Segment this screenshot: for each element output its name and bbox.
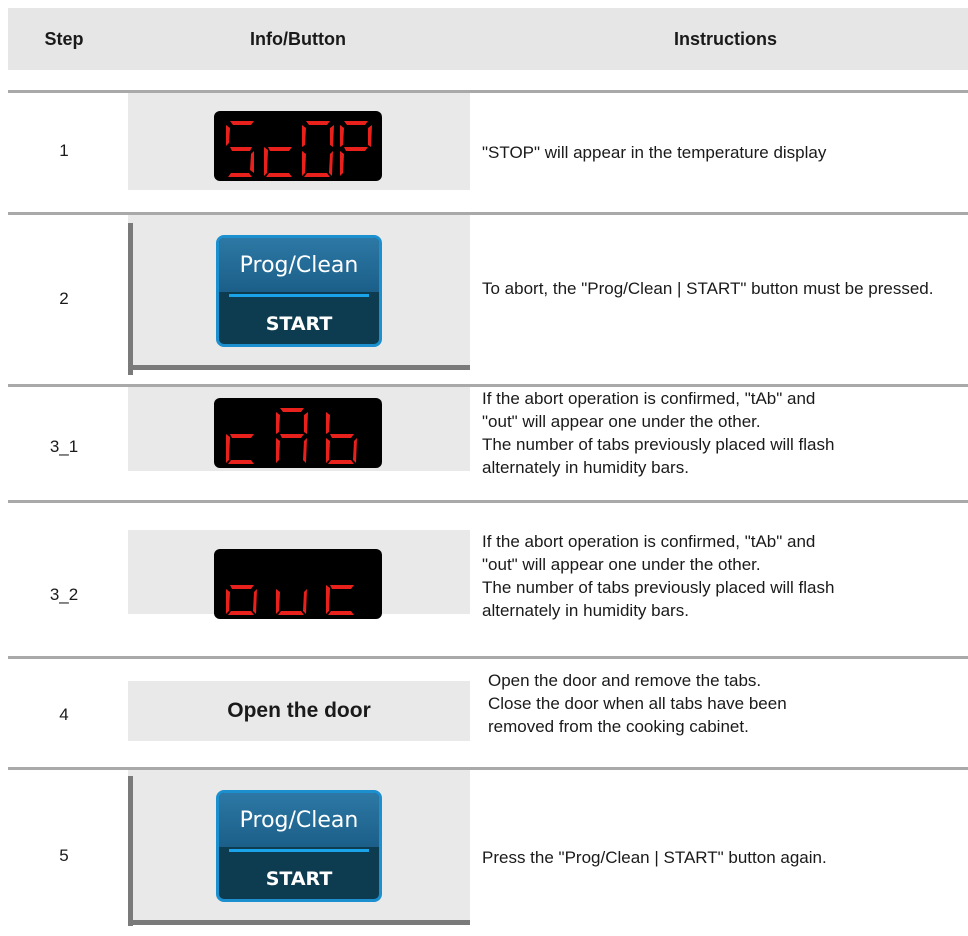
header-info-button: Info/Button (250, 29, 346, 49)
instruction-line: The number of tabs previously placed wil… (482, 435, 835, 454)
open-door-label: Open the door (128, 681, 470, 741)
table-header: Step Info/Button Instructions (8, 8, 968, 70)
header-instructions: Instructions (673, 29, 777, 49)
button-separator (229, 849, 369, 852)
cell-shadow (128, 365, 470, 370)
lcd-display-stop (214, 111, 382, 181)
cell-shadow (128, 776, 133, 926)
button-bottom-label: START (265, 313, 333, 335)
table-row: 1 "STOP" will appear in the temperature … (8, 93, 968, 210)
table-row: 3_1 If the abort operation is confirmed,… (8, 387, 968, 477)
instruction-text: "STOP" will appear in the temperature di… (482, 143, 827, 162)
instruction-text: Open the door and remove the tabs. Close… (488, 669, 968, 738)
instruction-line: removed from the cooking cabinet. (488, 717, 749, 736)
instruction-text: To abort, the "Prog/Clean | START" butto… (482, 279, 934, 298)
table-row: 5 Prog/Clean START Press the "Prog/Clean… (8, 770, 968, 936)
instruction-line: alternately in humidity bars. (482, 601, 689, 620)
instruction-text: If the abort operation is confirmed, "tA… (482, 530, 968, 622)
table-row: 3_2 If the abort operation is confirmed,… (8, 503, 968, 637)
instruction-line: If the abort operation is confirmed, "tA… (482, 389, 816, 408)
cell-shadow (128, 920, 470, 925)
instruction-text: Press the "Prog/Clean | START" button ag… (482, 848, 827, 867)
step-number: 2 (59, 289, 69, 308)
header-step: Step (44, 29, 84, 49)
step-number: 3_1 (49, 437, 79, 456)
step-number: 5 (59, 846, 69, 865)
prog-clean-start-button[interactable]: Prog/Clean START (216, 790, 382, 902)
cell-shadow (128, 223, 133, 375)
prog-clean-start-button[interactable]: Prog/Clean START (216, 235, 382, 347)
table-row: 2 Prog/Clean START To abort, the "Prog/C… (8, 215, 968, 385)
lcd-display-tab (214, 398, 382, 468)
instruction-line: "out" will appear one under the other. (482, 555, 761, 574)
button-top-label: Prog/Clean (219, 793, 379, 847)
button-top-label: Prog/Clean (219, 238, 379, 292)
table-row: 4 Open the door Open the door and remove… (8, 659, 968, 767)
instruction-line: "out" will appear one under the other. (482, 412, 761, 431)
instruction-line: The number of tabs previously placed wil… (482, 578, 835, 597)
lcd-display-out (214, 549, 382, 619)
instruction-line: Close the door when all tabs have been (488, 694, 787, 713)
instruction-line: alternately in humidity bars. (482, 458, 689, 477)
step-number: 1 (59, 141, 69, 160)
step-number: 4 (59, 705, 69, 724)
button-separator (229, 294, 369, 297)
instruction-line: Open the door and remove the tabs. (488, 671, 762, 690)
button-bottom-label: START (265, 868, 333, 890)
instruction-line: If the abort operation is confirmed, "tA… (482, 532, 816, 551)
instruction-text: If the abort operation is confirmed, "tA… (482, 387, 968, 479)
step-number: 3_2 (49, 585, 79, 604)
